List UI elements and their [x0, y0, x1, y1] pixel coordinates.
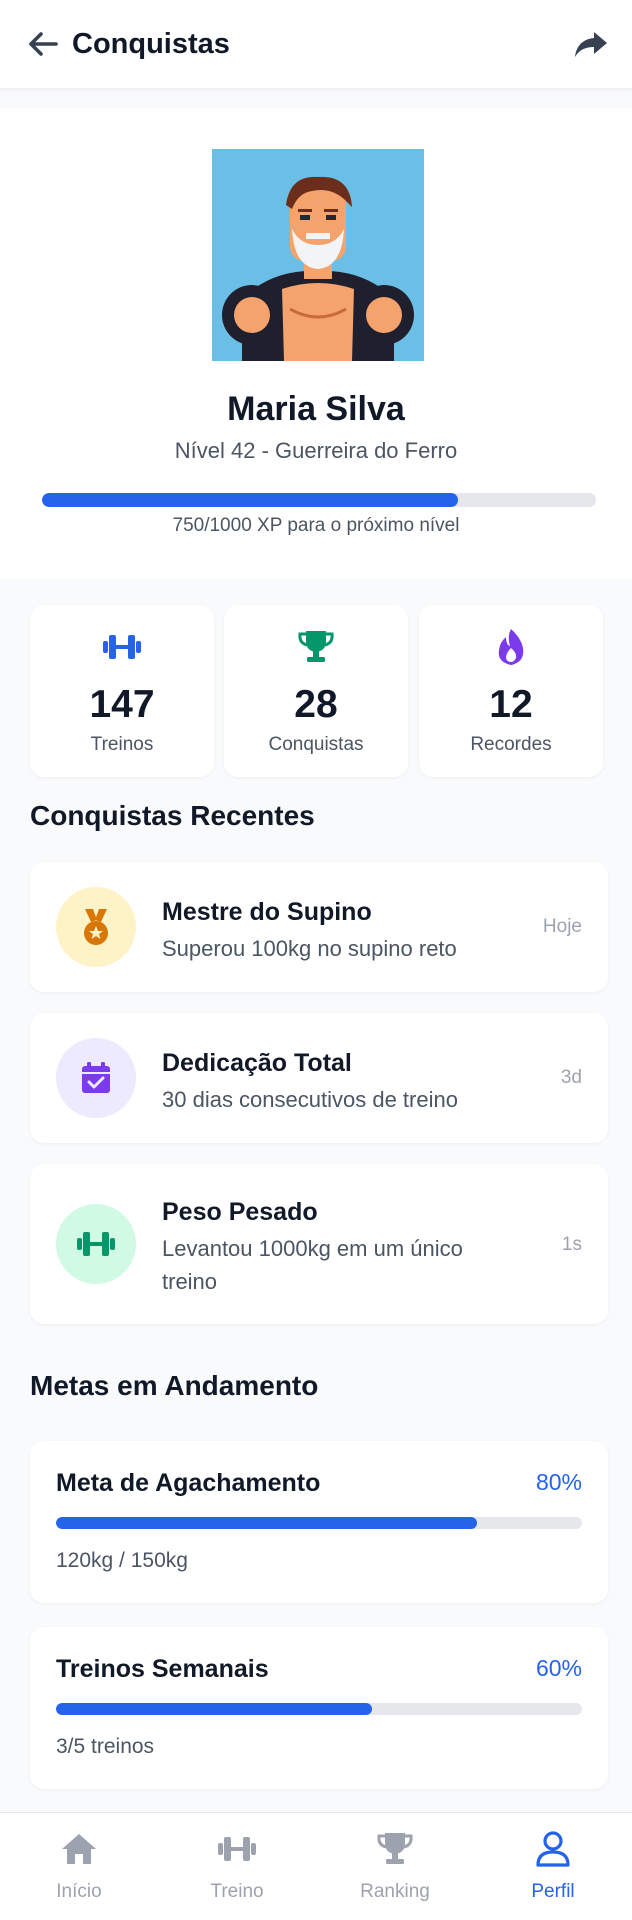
share-button[interactable]	[572, 27, 610, 61]
stat-card-treinos[interactable]: 147 Treinos	[30, 605, 214, 777]
share-icon	[575, 32, 607, 57]
achievement-icon-badge	[56, 1038, 136, 1118]
goal-detail: 120kg / 150kg	[56, 1549, 188, 1572]
achievement-title: Peso Pesado	[162, 1198, 318, 1226]
nav-label: Perfil	[531, 1881, 575, 1902]
goal-progress-fill	[56, 1517, 477, 1529]
goal-detail: 3/5 treinos	[56, 1735, 155, 1758]
fire-icon	[498, 629, 524, 665]
profile-name: Maria Silva	[227, 390, 405, 428]
stat-card-recordes[interactable]: 12 Recordes	[419, 605, 603, 777]
xp-text: 750/1000 XP para o próximo nível	[172, 515, 460, 536]
stat-value: 12	[489, 683, 533, 726]
goal-title: Treinos Semanais	[56, 1655, 269, 1683]
achievement-icon-badge	[56, 887, 136, 967]
dumbbell-icon	[103, 635, 141, 659]
nav-item-treino[interactable]: Treino	[158, 1813, 316, 1920]
goal-card[interactable]: Treinos Semanais 60% 3/5 treinos	[30, 1627, 608, 1789]
nav-item-perfil[interactable]: Perfil	[474, 1813, 632, 1920]
dumbbell-icon	[77, 1232, 115, 1256]
goal-title: Meta de Agachamento	[56, 1469, 321, 1497]
medal-icon	[84, 909, 108, 945]
goal-percent: 60%	[535, 1655, 582, 1681]
achievement-title: Mestre do Supino	[162, 898, 372, 926]
goal-percent: 80%	[535, 1469, 582, 1495]
achievement-card[interactable]: Peso Pesado Levantou 1000kg em um único …	[30, 1164, 608, 1324]
nav-label: Treino	[210, 1881, 264, 1902]
user-icon	[536, 1831, 570, 1867]
goal-progress-fill	[56, 1703, 372, 1715]
stat-label: Conquistas	[268, 734, 364, 755]
xp-progress-fill	[42, 493, 458, 507]
page-title: Conquistas	[72, 28, 230, 60]
profile-card: Maria Silva Nível 42 - Guerreira do Ferr…	[0, 108, 632, 578]
dumbbell-icon	[218, 1837, 256, 1861]
achievement-description: Levantou 1000kg em um único treino	[162, 1236, 463, 1294]
stat-card-conquistas[interactable]: 28 Conquistas	[224, 605, 408, 777]
goals-title: Metas em Andamento	[30, 1370, 319, 1401]
stat-value: 147	[89, 683, 155, 726]
arrow-left-icon	[29, 32, 58, 56]
nav-item-ranking[interactable]: Ranking	[316, 1813, 474, 1920]
stat-value: 28	[294, 683, 338, 726]
achievement-description: 30 dias consecutivos de treino	[162, 1087, 458, 1112]
top-bar: Conquistas	[0, 0, 632, 89]
back-button[interactable]	[26, 27, 60, 61]
achievement-card[interactable]: Mestre do Supino Superou 100kg no supino…	[30, 862, 608, 992]
app-screen: Conquistas Maria Silva Nível 42 - Guerre…	[0, 0, 632, 1920]
goal-progress-bar	[56, 1703, 582, 1715]
trophy-icon	[377, 1833, 413, 1864]
goal-card[interactable]: Meta de Agachamento 80% 120kg / 150kg	[30, 1441, 608, 1603]
stat-label: Treinos	[90, 734, 154, 755]
achievement-time: Hoje	[542, 916, 582, 937]
achievement-card[interactable]: Dedicação Total 30 dias consecutivos de …	[30, 1013, 608, 1143]
trophy-icon	[298, 631, 334, 662]
goal-progress-bar	[56, 1517, 582, 1529]
avatar-image	[212, 149, 424, 361]
xp-progress-bar	[42, 493, 596, 507]
nav-label: Início	[56, 1881, 102, 1902]
achievement-description: Superou 100kg no supino reto	[162, 936, 457, 961]
home-icon	[62, 1834, 96, 1864]
recent-achievements-title: Conquistas Recentes	[30, 800, 315, 831]
achievement-title: Dedicação Total	[162, 1049, 352, 1077]
avatar	[212, 149, 424, 361]
achievement-icon-badge	[56, 1204, 136, 1284]
calendar-check-icon	[82, 1062, 110, 1093]
profile-level: Nível 42 - Guerreira do Ferro	[174, 438, 458, 463]
nav-label: Ranking	[360, 1881, 430, 1902]
nav-item-inicio[interactable]: Início	[0, 1813, 158, 1920]
bottom-navigation: Início Treino Ranking Perfil	[0, 1812, 632, 1920]
stat-label: Recordes	[470, 734, 552, 755]
achievement-time: 1s	[561, 1234, 582, 1255]
achievement-time: 3d	[560, 1067, 582, 1088]
